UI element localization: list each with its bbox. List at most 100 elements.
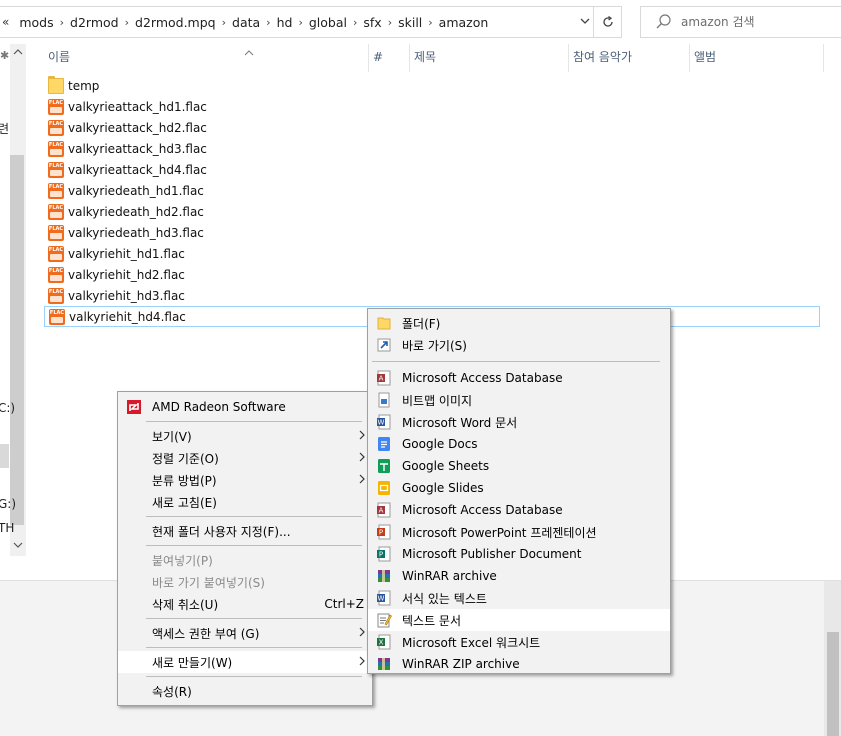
menu-item-new-word[interactable]: W Microsoft Word 문서 [368, 411, 670, 433]
menu-item-undo-delete[interactable]: 삭제 취소(U) Ctrl+Z [118, 593, 372, 615]
search-input[interactable] [681, 15, 831, 29]
breadcrumb-item[interactable]: global [303, 15, 353, 30]
submenu-arrow-icon [358, 626, 366, 640]
breadcrumb[interactable]: « mods › d2rmod › d2rmod.mpq › data › hd… [0, 6, 622, 38]
access-icon: A [376, 370, 392, 386]
nav-item-cut[interactable]: 련 [0, 120, 9, 137]
address-bar: « mods › d2rmod › d2rmod.mpq › data › hd… [0, 0, 841, 44]
menu-separator [146, 516, 362, 517]
file-row[interactable]: valkyrieattack_hd2.flac [44, 117, 820, 138]
column-header-name[interactable]: 이름 [44, 44, 369, 72]
column-header-label: 제목 [414, 50, 437, 64]
file-row[interactable]: valkyrieattack_hd3.flac [44, 138, 820, 159]
file-row[interactable]: valkyriehit_hd3.flac [44, 285, 820, 306]
column-header-artist[interactable]: 참여 음악가 [569, 44, 690, 72]
menu-item-label: 폴더(F) [402, 316, 441, 331]
menu-item-new[interactable]: 새로 만들기(W) [118, 651, 372, 673]
menu-item-label: 새로 고침(E) [152, 495, 217, 510]
menu-item-refresh[interactable]: 새로 고침(E) [118, 491, 372, 513]
menu-item-paste-shortcut: 바로 가기 붙여넣기(S) [118, 571, 372, 593]
menu-item-label: 바로 가기 붙여넣기(S) [152, 575, 265, 590]
menu-item-new-publisher[interactable]: P Microsoft Publisher Document [368, 543, 670, 565]
menu-item-new-google-sheets[interactable]: Google Sheets [368, 455, 670, 477]
breadcrumb-item[interactable]: d2rmod [64, 15, 125, 30]
google-slides-icon [376, 480, 392, 496]
chevron-up-icon[interactable] [10, 48, 26, 59]
menu-item-new-winrar-zip[interactable]: WinRAR ZIP archive [368, 653, 670, 675]
search-icon [653, 11, 675, 33]
chevron-down-icon[interactable] [579, 15, 591, 30]
column-header-label: 앨범 [694, 50, 717, 64]
breadcrumb-overflow[interactable]: « [0, 15, 13, 29]
column-header-number[interactable]: # [369, 44, 410, 72]
menu-item-new-access-db-2[interactable]: A Microsoft Access Database [368, 499, 670, 521]
menu-item-new-shortcut[interactable]: 바로 가기(S) [368, 334, 670, 356]
menu-item-new-google-slides[interactable]: Google Slides [368, 477, 670, 499]
menu-item-label: 바로 가기(S) [402, 338, 467, 353]
menu-item-give-access[interactable]: 액세스 권한 부여 (G) [118, 622, 372, 644]
menu-item-new-access-db[interactable]: A Microsoft Access Database [368, 367, 670, 389]
winrar-icon [376, 568, 392, 584]
menu-item-label: Microsoft Access Database [402, 503, 563, 517]
flac-file-icon [48, 140, 64, 157]
menu-item-new-rtf[interactable]: W 서식 있는 텍스트 [368, 587, 670, 609]
flac-file-icon [48, 224, 64, 241]
menu-item-label: 분류 방법(P) [152, 473, 217, 488]
file-row[interactable]: valkyriedeath_hd2.flac [44, 201, 820, 222]
menu-item-label: Microsoft Excel 워크시트 [402, 635, 541, 650]
chevron-down-icon[interactable] [10, 541, 26, 552]
menu-item-properties[interactable]: 속성(R) [118, 680, 372, 702]
nav-item-cut[interactable]: G:) [0, 497, 16, 511]
breadcrumb-item[interactable]: data [226, 15, 266, 30]
menu-item-new-text-document[interactable]: 텍스트 문서 [368, 609, 670, 631]
shortcut-icon [376, 337, 392, 353]
winrar-zip-icon [376, 656, 392, 672]
menu-item-new-google-docs[interactable]: Google Docs [368, 433, 670, 455]
file-list: temp valkyrieattack_hd1.flac valkyrieatt… [44, 75, 820, 327]
file-row[interactable]: valkyrieattack_hd1.flac [44, 96, 820, 117]
breadcrumb-item[interactable]: hd [271, 15, 299, 30]
menu-item-new-excel[interactable]: X Microsoft Excel 워크시트 [368, 631, 670, 653]
menu-item-sort-by[interactable]: 정렬 기준(O) [118, 447, 372, 469]
breadcrumb-item[interactable]: d2rmod.mpq [129, 15, 222, 30]
file-row[interactable]: valkyriehit_hd2.flac [44, 264, 820, 285]
flac-file-icon [48, 245, 64, 262]
breadcrumb-item[interactable]: sfx [357, 15, 387, 30]
context-menu: AMD Radeon Software 보기(V) 정렬 기준(O) 분류 방법… [117, 391, 373, 706]
nav-scrollbar-thumb[interactable] [10, 155, 24, 525]
text-document-icon [376, 612, 392, 628]
menu-item-view[interactable]: 보기(V) [118, 425, 372, 447]
svg-text:W: W [378, 595, 385, 603]
menu-separator [146, 618, 362, 619]
menu-item-new-winrar[interactable]: WinRAR archive [368, 565, 670, 587]
menu-item-amd-radeon[interactable]: AMD Radeon Software [118, 396, 372, 418]
menu-separator [146, 676, 362, 677]
submenu-arrow-icon [358, 655, 366, 669]
file-row[interactable]: valkyriedeath_hd3.flac [44, 222, 820, 243]
svg-text:W: W [378, 419, 385, 427]
file-name: valkyriehit_hd3.flac [68, 288, 185, 303]
menu-item-new-powerpoint[interactable]: P Microsoft PowerPoint 프레젠테이션 [368, 521, 670, 543]
menu-item-group-by[interactable]: 분류 방법(P) [118, 469, 372, 491]
column-header-title[interactable]: 제목 [410, 44, 569, 72]
refresh-icon[interactable] [593, 7, 621, 37]
file-row[interactable]: valkyriedeath_hd1.flac [44, 180, 820, 201]
menu-item-shortcut: Ctrl+Z [324, 597, 364, 611]
nav-item-cut[interactable]: TH [0, 521, 14, 535]
column-header-album[interactable]: 앨범 [690, 44, 824, 72]
menu-item-customize-folder[interactable]: 현재 폴더 사용자 지정(F)... [118, 520, 372, 542]
menu-item-new-folder[interactable]: 폴더(F) [368, 312, 670, 334]
breadcrumb-item[interactable]: mods [13, 15, 59, 30]
folder-row[interactable]: temp [44, 75, 820, 96]
nav-selected-item[interactable] [0, 444, 9, 468]
file-row[interactable]: valkyriehit_hd1.flac [44, 243, 820, 264]
file-row[interactable]: valkyrieattack_hd4.flac [44, 159, 820, 180]
breadcrumb-item-current[interactable]: amazon [433, 15, 495, 30]
search-box[interactable] [640, 6, 841, 38]
excel-icon: X [376, 634, 392, 650]
menu-item-new-bitmap[interactable]: 비트맵 이미지 [368, 389, 670, 411]
background-scrollbar-thumb[interactable] [827, 632, 839, 736]
nav-item-cut[interactable]: C:) [0, 401, 15, 415]
breadcrumb-item[interactable]: skill [392, 15, 428, 30]
flac-file-icon [48, 161, 64, 178]
